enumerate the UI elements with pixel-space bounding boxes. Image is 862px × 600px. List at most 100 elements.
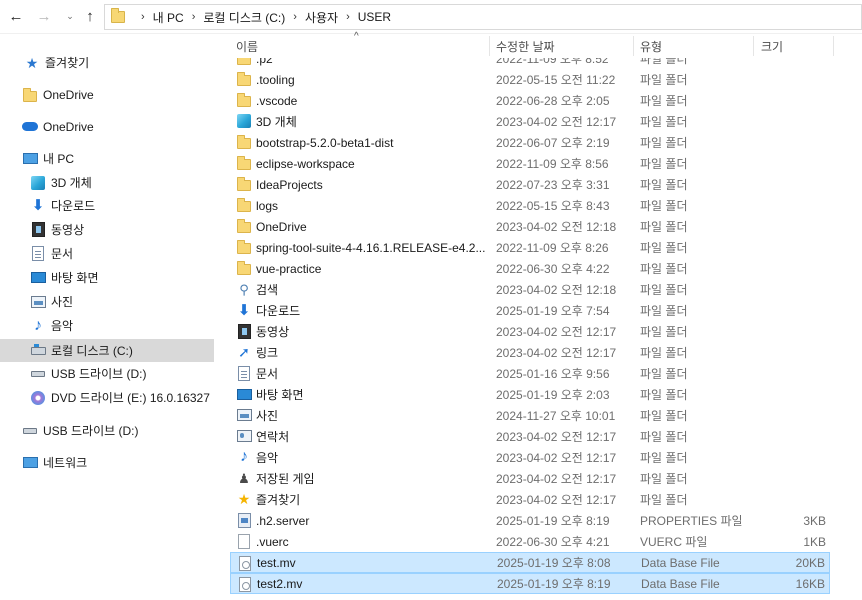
column-divider[interactable] (633, 36, 634, 56)
column-divider[interactable] (489, 36, 490, 56)
file-name: 음악 (256, 451, 279, 465)
file-type: 파일 폴더 (640, 430, 688, 444)
up-button[interactable]: ↑ (80, 6, 100, 26)
file-type: Data Base File (641, 555, 720, 570)
file-type: 파일 폴더 (640, 58, 688, 66)
contact-icon (236, 428, 252, 444)
sidebar-item-network[interactable]: 네트워크 (0, 451, 214, 474)
file-name: 동영상 (256, 325, 290, 339)
sidebar-item-music[interactable]: ♪ 음악 (0, 314, 214, 337)
file-row[interactable]: ➚ 링크 2023-04-02 오전 12:17 파일 폴더 (230, 342, 830, 363)
sidebar-item-downloads[interactable]: ⬇ 다운로드 (0, 194, 214, 217)
sidebar-item-my-pc[interactable]: 내 PC (0, 147, 214, 170)
file-name: .tooling (256, 72, 295, 87)
column-header-name[interactable]: 이름 (236, 38, 258, 56)
forward-button[interactable]: → (34, 6, 54, 26)
file-modified-date: 2024-11-27 오후 10:01 (496, 409, 616, 423)
navigation-pane: ★ 즐겨찾기 OneDrive OneDrive 내 PC 3D 개체 ⬇ 다운… (0, 34, 214, 600)
star-icon: ★ (25, 54, 39, 71)
file-row[interactable]: .h2.server 2025-01-19 오후 8:19 PROPERTIES 파… (230, 510, 830, 531)
file-row[interactable]: 연락처 2023-04-02 오전 12:17 파일 폴더 (230, 426, 830, 447)
breadcrumb-separator-icon[interactable]: › (192, 11, 196, 23)
sidebar-item-local-disk[interactable]: 로컬 디스크 (C:) (0, 339, 214, 362)
breadcrumb-my-pc[interactable]: 내 PC (153, 9, 184, 26)
column-header-size[interactable]: 크기 (761, 38, 783, 56)
file-row[interactable]: ⬇ 다운로드 2025-01-19 오후 7:54 파일 폴더 (230, 300, 830, 321)
file-name: 저장된 게임 (256, 472, 315, 486)
file-row[interactable]: eclipse-workspace 2022-11-09 오후 8:56 파일 폴더 (230, 153, 830, 174)
file-row[interactable]: .vuerc 2022-06-30 오후 4:21 VUERC 파일 1KB (230, 531, 830, 552)
file-size: 1KB (803, 534, 826, 549)
column-header-bar: ^ 이름 수정한 날짜 유형 크기 (230, 31, 862, 58)
sidebar-item-dvd-drive[interactable]: DVD 드라이브 (E:) 16.0.16327 (0, 386, 214, 409)
sidebar-item-onedrive[interactable]: OneDrive (0, 115, 214, 138)
column-divider[interactable] (833, 36, 834, 56)
file-modified-date: 2023-04-02 오전 12:17 (496, 325, 617, 339)
file-name: 바탕 화면 (256, 388, 304, 402)
file-row[interactable]: .p2 2022-11-09 오후 8:52 파일 폴더 (230, 58, 830, 69)
file-row[interactable]: IdeaProjects 2022-07-23 오후 3:31 파일 폴더 (230, 174, 830, 195)
sidebar-item-favorites[interactable]: ★ 즐겨찾기 (0, 51, 214, 74)
file-modified-date: 2023-04-02 오전 12:17 (496, 346, 617, 360)
file-row[interactable]: 바탕 화면 2025-01-19 오후 2:03 파일 폴더 (230, 384, 830, 405)
address-bar[interactable]: › 내 PC › 로컬 디스크 (C:) › 사용자 › USER (104, 4, 862, 30)
sidebar-item-3d-objects[interactable]: 3D 개체 (0, 171, 214, 194)
file-row[interactable]: test2.mv 2025-01-19 오후 8:19 Data Base File… (230, 573, 830, 594)
file-row[interactable]: ♪ 음악 2023-04-02 오전 12:17 파일 폴더 (230, 447, 830, 468)
file-row[interactable]: OneDrive 2023-04-02 오전 12:18 파일 폴더 (230, 216, 830, 237)
link-icon: ➚ (238, 344, 250, 360)
file-row[interactable]: spring-tool-suite-4-4.16.1.RELEASE-e4.2.… (230, 237, 830, 258)
file-row[interactable]: 문서 2025-01-16 오후 9:56 파일 폴더 (230, 363, 830, 384)
file-row[interactable]: ♟ 저장된 게임 2023-04-02 오전 12:17 파일 폴더 (230, 468, 830, 489)
file-type: 파일 폴더 (640, 199, 688, 213)
pc-icon (22, 151, 38, 167)
file-row[interactable]: .vscode 2022-06-28 오후 2:05 파일 폴더 (230, 90, 830, 111)
sidebar-item-usb-drive[interactable]: USB 드라이브 (D:) (0, 362, 214, 385)
folder-icon (236, 260, 252, 276)
music-icon: ♪ (240, 448, 248, 465)
folder-icon (236, 71, 252, 87)
file-modified-date: 2023-04-02 오전 12:17 (496, 472, 617, 486)
file-row[interactable]: 사진 2024-11-27 오후 10:01 파일 폴더 (230, 405, 830, 426)
file-type: 파일 폴더 (640, 388, 688, 402)
column-divider[interactable] (753, 36, 754, 56)
sidebar-item-usb-drive-root[interactable]: USB 드라이브 (D:) (0, 419, 214, 442)
column-header-modified[interactable]: 수정한 날짜 (496, 38, 555, 56)
sort-ascending-icon: ^ (354, 31, 359, 42)
music-icon: ♪ (34, 316, 42, 334)
usb-icon (30, 366, 46, 382)
sidebar-item-desktop[interactable]: 바탕 화면 (0, 266, 214, 289)
breadcrumb-local-disk[interactable]: 로컬 디스크 (C:) (203, 9, 285, 26)
folder-icon (111, 8, 125, 23)
column-header-type[interactable]: 유형 (640, 38, 662, 56)
file-name: spring-tool-suite-4-4.16.1.RELEASE-e4.2.… (256, 240, 486, 255)
file-row[interactable]: .tooling 2022-05-15 오전 11:22 파일 폴더 (230, 69, 830, 90)
file-row[interactable]: logs 2022-05-15 오후 8:43 파일 폴더 (230, 195, 830, 216)
recent-locations-button[interactable]: ⌄ (60, 6, 80, 26)
file-row[interactable]: test.mv 2025-01-19 오후 8:08 Data Base File 2… (230, 552, 830, 573)
back-button[interactable]: ← (6, 6, 26, 26)
file-type: 파일 폴더 (640, 472, 688, 486)
file-row[interactable]: vue-practice 2022-06-30 오후 4:22 파일 폴더 (230, 258, 830, 279)
breadcrumb-separator-icon[interactable]: › (346, 11, 350, 23)
sidebar-item-pictures[interactable]: 사진 (0, 290, 214, 313)
file-type: 파일 폴더 (640, 493, 688, 507)
file-row[interactable]: ★ 즐겨찾기 2023-04-02 오전 12:17 파일 폴더 (230, 489, 830, 510)
breadcrumb-separator-icon[interactable]: › (293, 11, 297, 23)
file-row[interactable]: bootstrap-5.2.0-beta1-dist 2022-06-07 오후 … (230, 132, 830, 153)
file-row[interactable]: ⚲ 검색 2023-04-02 오전 12:18 파일 폴더 (230, 279, 830, 300)
file-row[interactable]: 3D 개체 2023-04-02 오전 12:17 파일 폴더 (230, 111, 830, 132)
file-name: .h2.server (256, 513, 310, 528)
breadcrumb-separator-icon[interactable]: › (141, 11, 145, 23)
sidebar-item-onedrive-folder[interactable]: OneDrive (0, 83, 214, 106)
network-icon (22, 455, 38, 471)
file-name: .vuerc (256, 534, 289, 549)
sidebar-item-documents[interactable]: 문서 (0, 242, 214, 265)
breadcrumb-user[interactable]: USER (358, 10, 391, 24)
sidebar-item-videos[interactable]: 동영상 (0, 218, 214, 241)
file-type: 파일 폴더 (640, 94, 688, 108)
breadcrumb-users[interactable]: 사용자 (305, 9, 338, 26)
file-name: .p2 (256, 58, 273, 66)
file-row[interactable]: 동영상 2023-04-02 오전 12:17 파일 폴더 (230, 321, 830, 342)
cube-icon (30, 175, 46, 191)
